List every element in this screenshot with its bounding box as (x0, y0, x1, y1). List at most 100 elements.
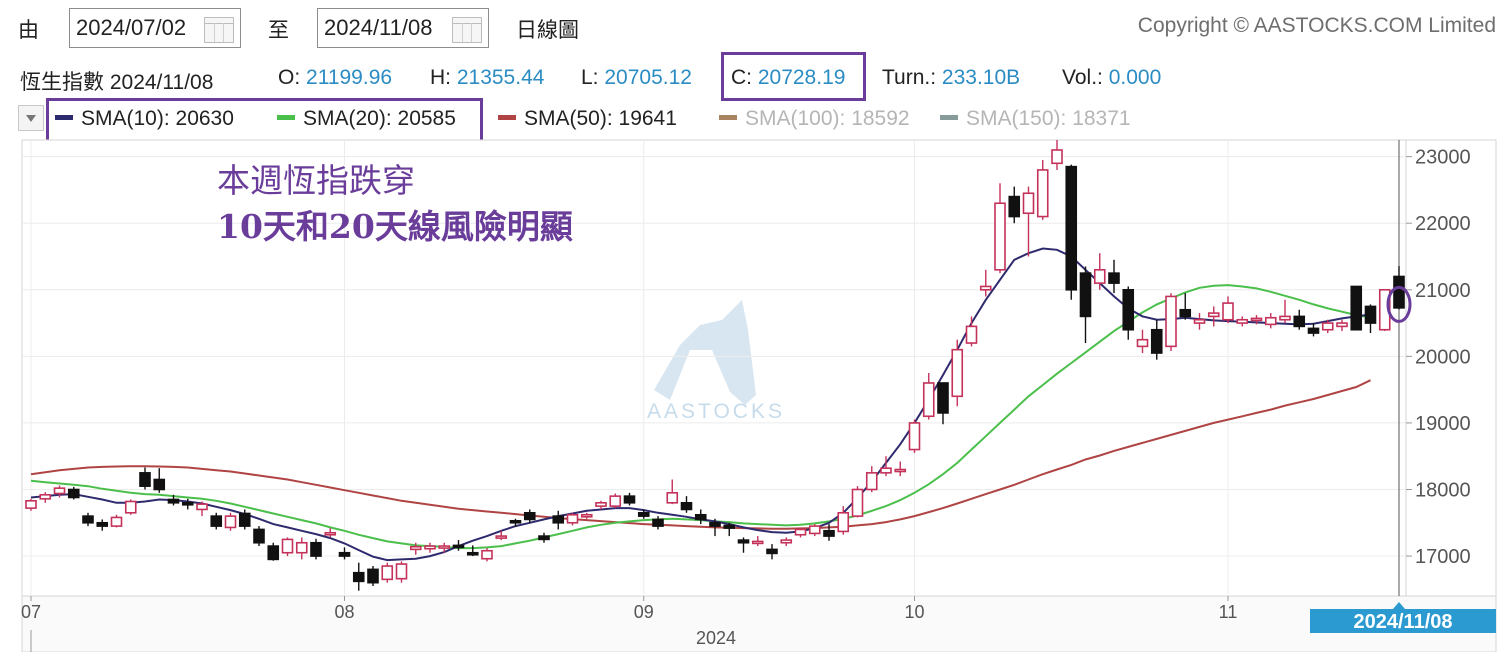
candle-body (267, 545, 280, 561)
candle-body (324, 531, 337, 536)
candle-body (1264, 316, 1277, 326)
up-candle[interactable] (381, 562, 394, 583)
candle-body (595, 502, 607, 507)
candle-body (1236, 318, 1249, 324)
candle-body (709, 521, 721, 527)
down-candle[interactable] (67, 486, 80, 500)
candle-body (281, 538, 294, 554)
candle-body (723, 524, 736, 529)
candle-body (1136, 338, 1149, 348)
candle-body (167, 498, 180, 504)
candle-body (1307, 327, 1320, 334)
candle-body (481, 549, 493, 560)
candle-body (1293, 315, 1306, 328)
up-candle[interactable] (124, 499, 137, 515)
candle-body (352, 571, 365, 583)
candle-body (1022, 192, 1035, 215)
candle-body (253, 528, 265, 544)
down-candle[interactable] (1350, 285, 1363, 331)
down-candle[interactable] (253, 526, 265, 547)
candle-body (210, 515, 223, 527)
year-label: 2024 (696, 628, 736, 648)
candle-body (153, 478, 166, 491)
candle-body (965, 325, 978, 344)
candle-body (139, 472, 151, 487)
candle-body (495, 535, 508, 539)
up-candle[interactable] (951, 339, 964, 407)
candle-body (880, 467, 892, 474)
annotation-line-2: 10天和20天線風險明顯 (217, 207, 573, 246)
candle-body (409, 545, 422, 551)
up-candle[interactable] (851, 486, 864, 518)
candle-body (623, 495, 636, 504)
x-tick-label: 07 (21, 602, 41, 622)
candle-body (53, 487, 66, 495)
candle-body (310, 541, 322, 557)
candle-body (295, 541, 308, 554)
y-tick-label: 19000 (1415, 413, 1471, 435)
up-candle[interactable] (1165, 293, 1177, 352)
candle-body (951, 348, 964, 398)
candle-body (1165, 295, 1177, 348)
down-candle[interactable] (367, 566, 379, 587)
candle-body (865, 472, 878, 491)
candle-body (67, 488, 80, 499)
candle-body (25, 500, 37, 509)
candle-body (1122, 288, 1135, 331)
last-date-badge-text: 2024/11/08 (1354, 611, 1453, 633)
candle-body (808, 525, 821, 535)
up-candle[interactable] (566, 512, 579, 526)
candle-body (837, 511, 850, 533)
candle-body (1222, 302, 1234, 321)
candle-body (238, 512, 251, 527)
candle-body (566, 513, 579, 524)
candle-body (666, 492, 679, 504)
candle-body (523, 511, 536, 521)
up-candle[interactable] (110, 514, 123, 528)
candle-body (1207, 312, 1220, 318)
candle-body (1179, 308, 1192, 318)
candle-body (110, 516, 123, 527)
candle-body (922, 382, 935, 418)
candle-body (367, 568, 379, 584)
candlestick-chart[interactable]: AASTOCKS 23000 22000 21000 20000 19000 18000 1… (0, 0, 1502, 652)
candle-body (637, 511, 650, 517)
candle-body (552, 515, 565, 524)
candle-body (979, 285, 992, 291)
y-tick-label: 18000 (1415, 479, 1471, 501)
up-candle[interactable] (908, 419, 921, 453)
candle-body (1150, 328, 1163, 354)
candle-body (39, 494, 52, 500)
down-candle[interactable] (267, 542, 280, 561)
candle-body (196, 503, 208, 511)
candle-body (1364, 305, 1377, 324)
y-tick-label: 20000 (1415, 346, 1471, 368)
x-tick-label: 09 (634, 602, 654, 622)
candle-body (1336, 322, 1348, 328)
candle-body (452, 544, 465, 549)
candle-body (580, 513, 593, 518)
up-candle[interactable] (481, 548, 493, 562)
up-candle[interactable] (224, 512, 237, 531)
candle-body (395, 563, 408, 580)
candle-body (1321, 322, 1334, 331)
x-tick-label: 08 (334, 602, 354, 622)
candle-body (96, 521, 109, 527)
x-axis-panel (21, 595, 1497, 652)
candle-body (1250, 317, 1263, 322)
candle-body (466, 551, 479, 556)
candle-body (381, 565, 394, 581)
candle-body (124, 500, 137, 514)
candle-body (694, 513, 707, 521)
up-candle[interactable] (609, 493, 622, 509)
up-candle[interactable] (395, 561, 408, 583)
candle-body (1279, 315, 1291, 321)
up-candle[interactable] (281, 537, 294, 557)
down-candle[interactable] (1065, 164, 1078, 300)
candle-body (1065, 165, 1078, 291)
candle-body (1093, 269, 1106, 284)
annotation-line-1: 本週恆指跌穿 (217, 161, 415, 200)
candle-body (609, 495, 622, 507)
candle-body (994, 202, 1006, 271)
candle-body (1079, 272, 1092, 318)
